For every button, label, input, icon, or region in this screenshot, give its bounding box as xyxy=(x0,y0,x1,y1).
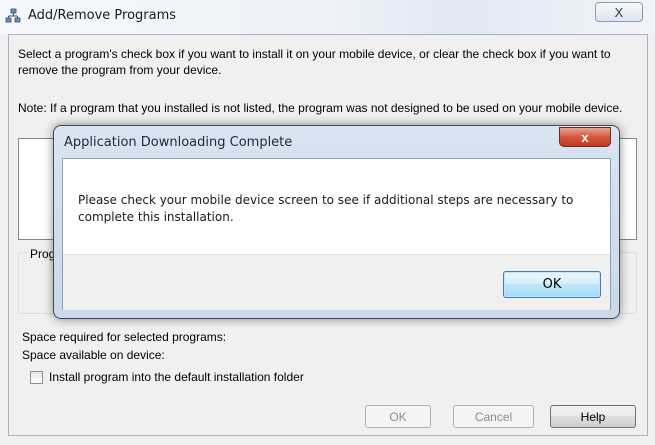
help-button[interactable]: Help xyxy=(550,405,636,428)
install-default-label: Install program into the default install… xyxy=(49,370,304,384)
close-icon: x xyxy=(581,129,589,145)
dialog-ok-button[interactable]: OK xyxy=(503,271,601,298)
window-close-button[interactable]: X xyxy=(595,2,643,22)
space-available-label: Space available on device: xyxy=(22,348,165,362)
window-titlebar: Add/Remove Programs X xyxy=(0,0,655,34)
instructions-text: Select a program's check box if you want… xyxy=(18,47,611,77)
ok-button[interactable]: OK xyxy=(365,405,431,428)
note-text: Note: If a program that you installed is… xyxy=(18,101,623,115)
download-complete-dialog: Application Downloading Complete x Pleas… xyxy=(53,125,620,319)
close-icon: X xyxy=(614,4,624,20)
dialog-body: Please check your mobile device screen t… xyxy=(62,158,611,310)
dialog-title: Application Downloading Complete xyxy=(64,135,293,150)
dialog-footer: OK xyxy=(63,254,610,310)
install-default-checkbox[interactable] xyxy=(30,370,43,384)
cancel-button[interactable]: Cancel xyxy=(453,405,534,428)
window-title: Add/Remove Programs xyxy=(28,8,177,23)
space-required-label: Space required for selected programs: xyxy=(22,330,227,344)
dialog-close-button[interactable]: x xyxy=(559,127,611,147)
install-default-option[interactable]: Install program into the default install… xyxy=(30,370,304,384)
programs-icon xyxy=(5,8,21,23)
dialog-message: Please check your mobile device screen t… xyxy=(78,193,574,224)
